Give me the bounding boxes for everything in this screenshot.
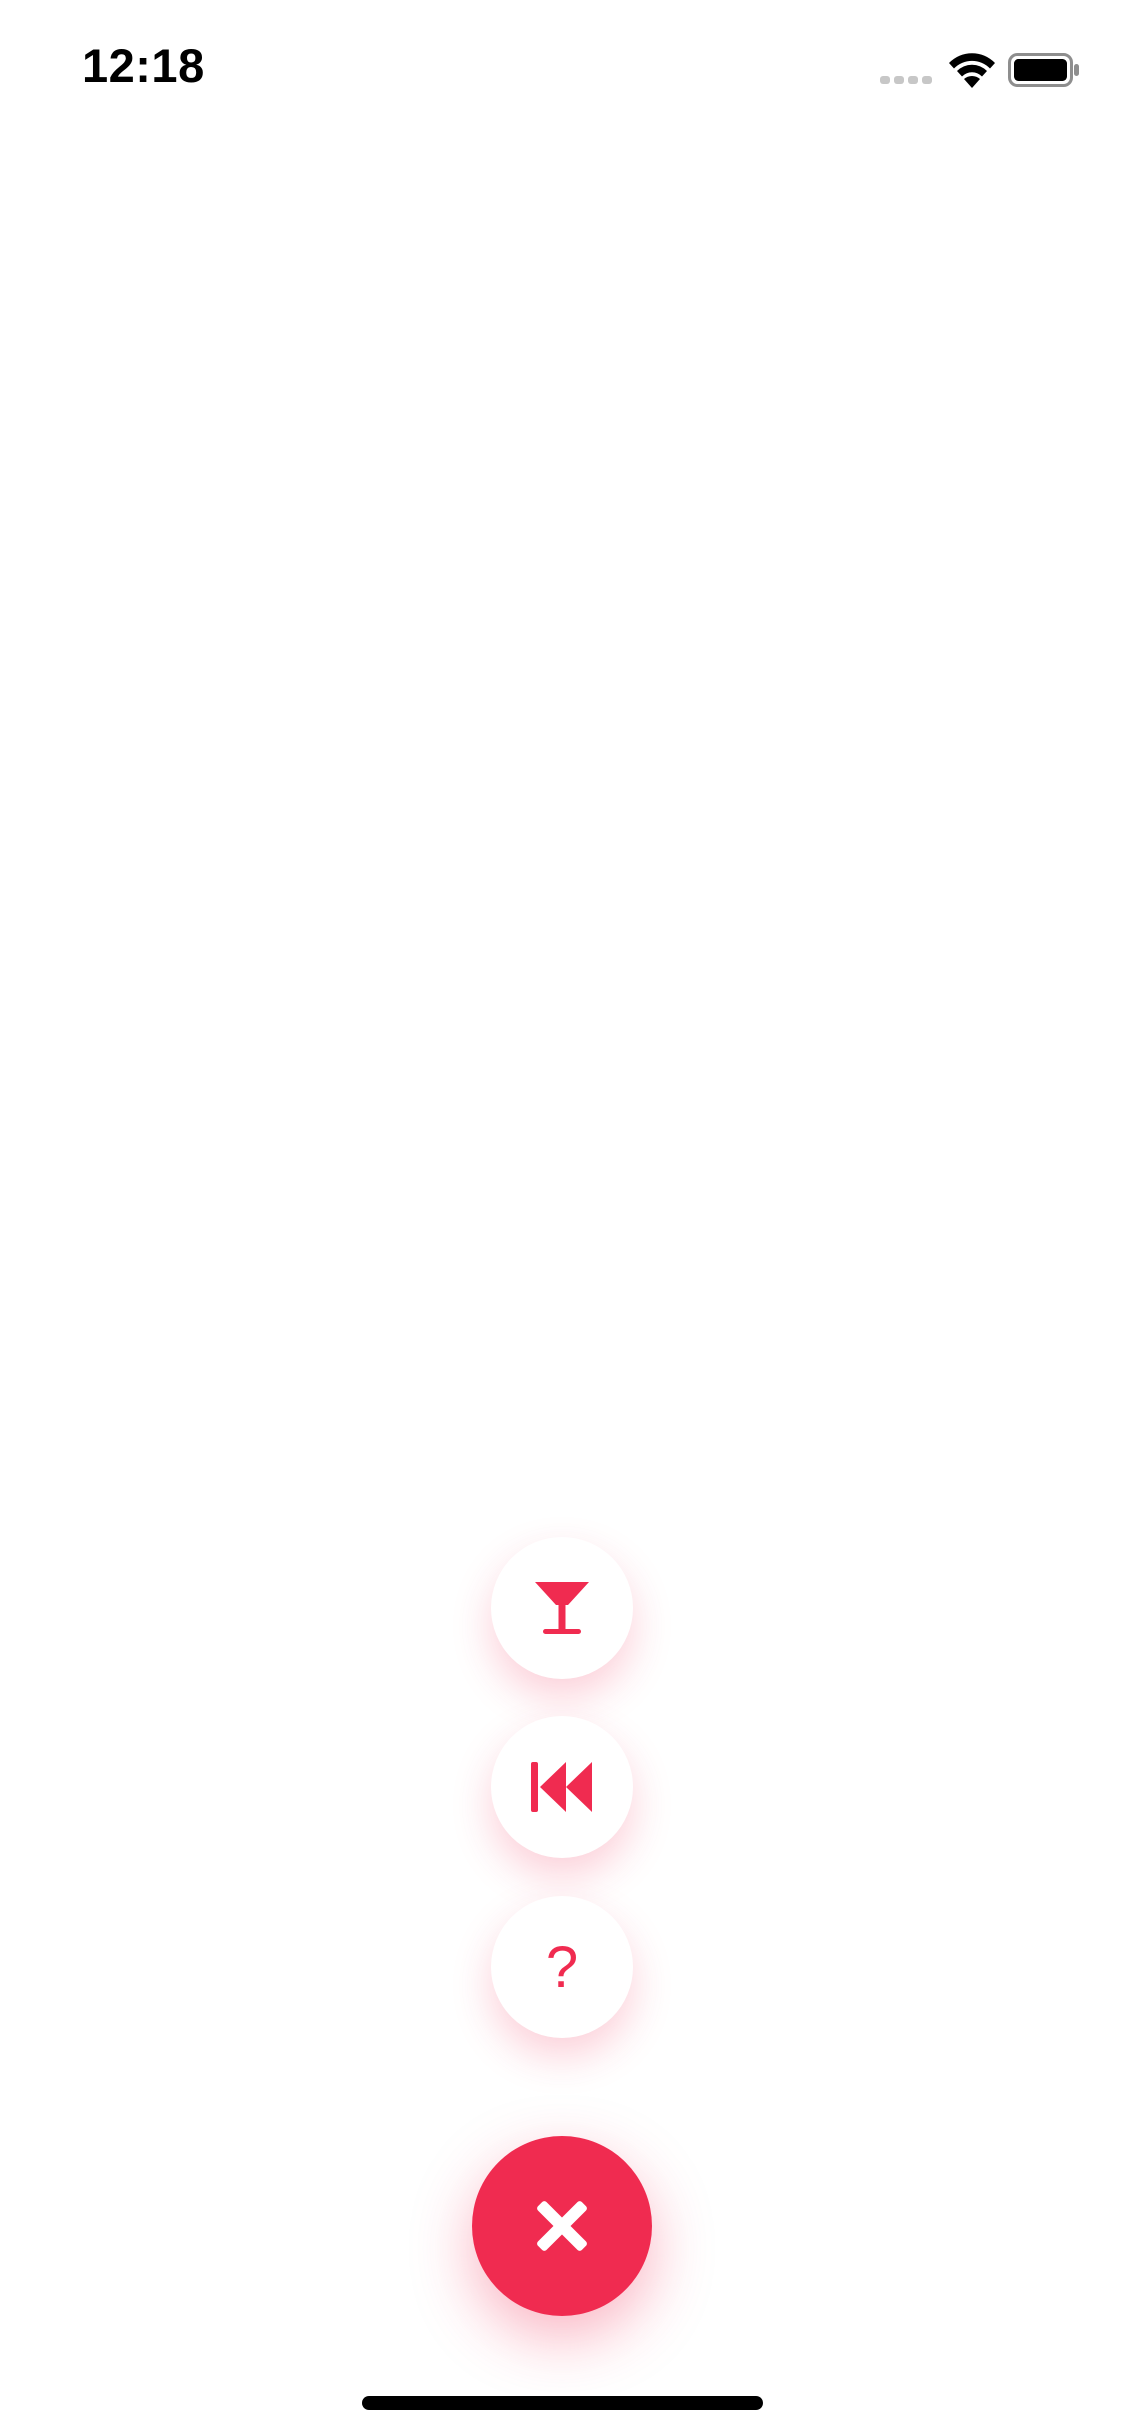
home-indicator[interactable] — [362, 2396, 763, 2410]
cocktail-button[interactable] — [491, 1537, 633, 1679]
wifi-icon — [949, 53, 995, 88]
cellular-signal-icon — [880, 76, 932, 84]
close-icon — [537, 2201, 587, 2251]
battery-full-icon — [1008, 53, 1079, 87]
rewind-button[interactable] — [491, 1716, 633, 1858]
help-button[interactable]: ? — [491, 1896, 633, 2038]
close-menu-button[interactable] — [472, 2136, 652, 2316]
app-screen: 12:18 ? — [0, 0, 1125, 2436]
question-mark-icon: ? — [545, 1935, 579, 2000]
status-bar: 12:18 — [0, 0, 1125, 132]
status-time: 12:18 — [82, 39, 205, 92]
cocktail-glass-icon — [535, 1582, 589, 1634]
rewind-icon — [531, 1762, 592, 1812]
